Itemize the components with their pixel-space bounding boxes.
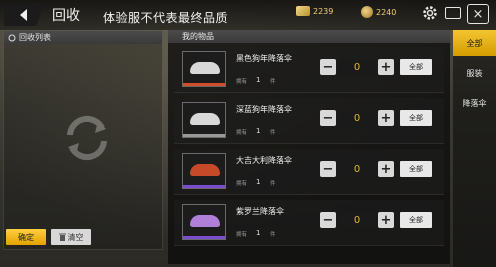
item-thumbnail[interactable]: [182, 51, 226, 87]
quantity-field[interactable]: 0: [338, 212, 376, 228]
parachute-icon: [190, 164, 220, 176]
rarity-bar: [183, 83, 225, 86]
parachute-icon: [190, 113, 220, 125]
page-title: 回收: [52, 8, 80, 24]
top-bar: 回收 体验服不代表最终品质 2239 2240 ×: [0, 0, 496, 30]
decrease-button[interactable]: −: [320, 212, 336, 228]
test-server-notice: 体验服不代表最终品质: [103, 11, 229, 25]
rarity-bar: [183, 134, 225, 137]
clear-label: 清空: [67, 232, 84, 242]
recycle-watermark-icon: [67, 116, 107, 160]
increase-button[interactable]: +: [378, 59, 394, 75]
my-items-header: 我的物品: [168, 30, 450, 43]
increase-button[interactable]: +: [378, 212, 394, 228]
select-all-button[interactable]: 全部: [400, 212, 432, 228]
confirm-button[interactable]: 确定: [6, 229, 46, 245]
currency-b-value: 2240: [376, 7, 397, 17]
tab-parachute[interactable]: 降落伞: [453, 90, 496, 116]
item-row: 黑色狗年降落伞 拥有 1 件 − 0 + 全部: [174, 47, 444, 93]
owned-count: 1: [256, 229, 261, 237]
owned-label: 拥有: [236, 232, 248, 238]
decrease-button[interactable]: −: [320, 110, 336, 126]
item-thumbnail[interactable]: [182, 102, 226, 138]
parachute-icon: [190, 62, 220, 74]
my-items-title: 我的物品: [182, 32, 214, 41]
owned-count: 1: [256, 127, 261, 135]
gear-icon[interactable]: [421, 4, 439, 22]
item-thumbnail[interactable]: [182, 204, 226, 240]
owned-unit: 件: [270, 181, 276, 187]
parachute-icon: [190, 215, 220, 227]
quantity-field[interactable]: 0: [338, 161, 376, 177]
owned-unit: 件: [270, 79, 276, 85]
trash-icon: [58, 233, 66, 241]
quantity-field[interactable]: 0: [338, 110, 376, 126]
coin-icon: [361, 6, 373, 18]
rarity-bar: [183, 185, 225, 188]
select-all-button[interactable]: 全部: [400, 161, 432, 177]
mail-icon[interactable]: [445, 7, 461, 19]
owned-label: 拥有: [236, 130, 248, 136]
owned-label: 拥有: [236, 181, 248, 187]
owned-unit: 件: [270, 232, 276, 238]
increase-button[interactable]: +: [378, 161, 394, 177]
tab-all[interactable]: 全部: [453, 30, 496, 56]
tab-clothing[interactable]: 服装: [453, 60, 496, 86]
currency-a-value: 2239: [313, 6, 334, 16]
item-name: 大吉大利降落伞: [236, 156, 292, 165]
my-items-panel: 我的物品 黑色狗年降落伞 拥有 1 件 − 0 + 全部 深蓝狗年降落伞 拥有 …: [168, 30, 450, 264]
item-name: 紫罗兰降落伞: [236, 207, 284, 216]
owned-label: 拥有: [236, 79, 248, 85]
item-name: 深蓝狗年降落伞: [236, 105, 292, 114]
select-all-button[interactable]: 全部: [400, 59, 432, 75]
category-tabs: 全部 服装 降落伞: [453, 30, 496, 267]
currency-b: 2240: [361, 6, 396, 18]
close-button[interactable]: ×: [467, 4, 489, 24]
owned-unit: 件: [270, 130, 276, 136]
item-row: 大吉大利降落伞 拥有 1 件 − 0 + 全部: [174, 149, 444, 195]
rarity-bar: [183, 236, 225, 239]
recycle-list-header: 回收列表: [4, 31, 162, 44]
item-name: 黑色狗年降落伞: [236, 54, 292, 63]
recycle-list-title: 回收列表: [19, 33, 51, 42]
back-arrow-icon: [20, 9, 27, 21]
owned-count: 1: [256, 178, 261, 186]
recycle-list-panel: 回收列表: [3, 30, 163, 250]
ticket-icon: [296, 6, 310, 16]
recycle-icon: [8, 34, 16, 41]
currency-a: 2239: [296, 6, 333, 16]
owned-count: 1: [256, 76, 261, 84]
item-row: 深蓝狗年降落伞 拥有 1 件 − 0 + 全部: [174, 98, 444, 144]
item-row: 紫罗兰降落伞 拥有 1 件 − 0 + 全部: [174, 200, 444, 246]
item-thumbnail[interactable]: [182, 153, 226, 189]
close-icon: ×: [472, 6, 484, 22]
increase-button[interactable]: +: [378, 110, 394, 126]
quantity-field[interactable]: 0: [338, 59, 376, 75]
clear-button[interactable]: 清空: [51, 229, 91, 245]
decrease-button[interactable]: −: [320, 161, 336, 177]
back-button[interactable]: [4, 4, 44, 26]
select-all-button[interactable]: 全部: [400, 110, 432, 126]
decrease-button[interactable]: −: [320, 59, 336, 75]
